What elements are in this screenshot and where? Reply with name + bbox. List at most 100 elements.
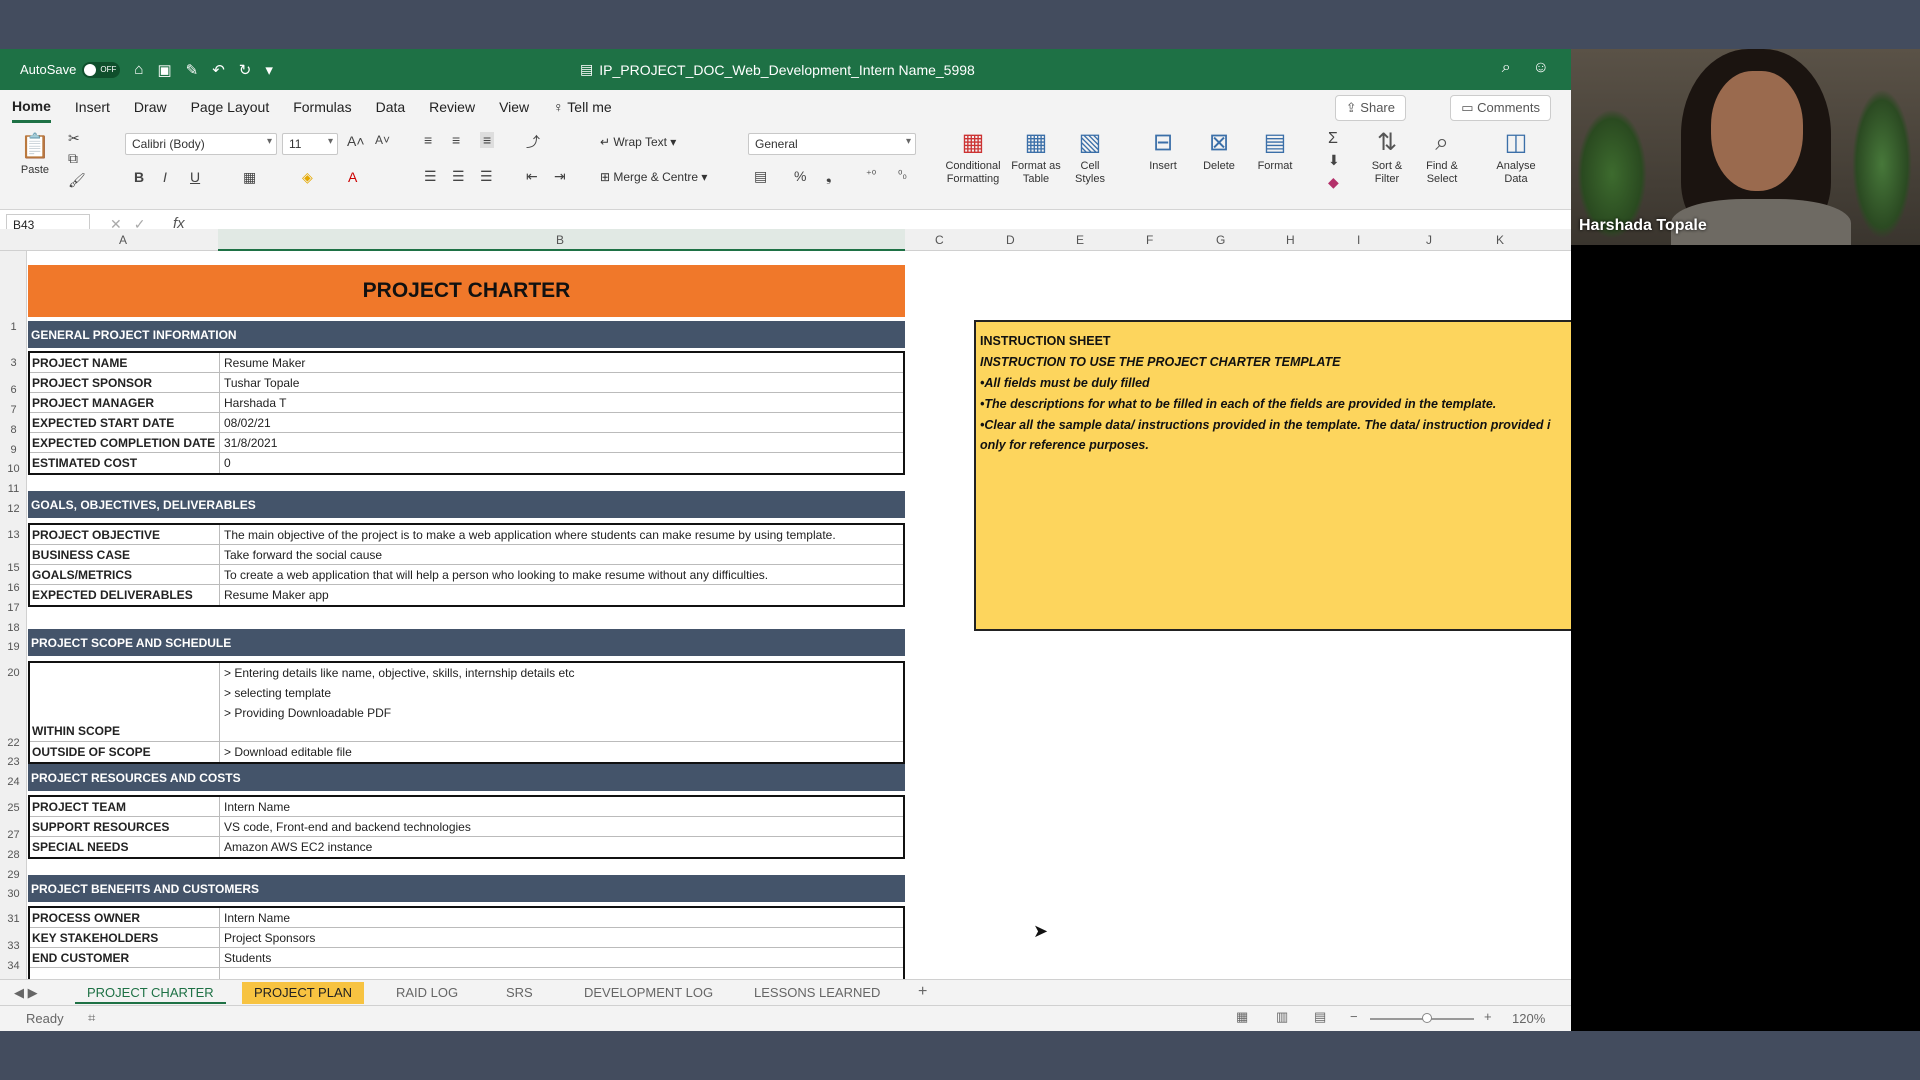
format-cells-button[interactable]: ▤ Format bbox=[1250, 126, 1300, 173]
field-value[interactable]: 08/02/21 bbox=[220, 413, 903, 432]
field-value[interactable] bbox=[220, 968, 903, 979]
table-row[interactable]: SPECIAL NEEDS Amazon AWS EC2 instance bbox=[30, 837, 903, 857]
align-center-icon[interactable]: ☰ bbox=[452, 168, 465, 185]
row-number[interactable]: 3 bbox=[0, 357, 27, 369]
copy-icon[interactable]: ⧉ bbox=[68, 150, 78, 167]
sheet-tab-development-log[interactable]: DEVELOPMENT LOG bbox=[572, 982, 725, 1004]
table-row[interactable]: PROJECT SPONSOR Tushar Topale bbox=[30, 373, 903, 393]
align-top-icon[interactable]: ≡ bbox=[424, 132, 432, 148]
wrap-text-button[interactable]: ↵ Wrap Text ▾ bbox=[600, 135, 676, 149]
field-value[interactable]: Intern Name bbox=[220, 797, 903, 816]
decrease-indent-icon[interactable]: ⇤ bbox=[526, 168, 538, 185]
table-row[interactable]: BUSINESS CASE Take forward the social cau… bbox=[30, 545, 903, 565]
row-number[interactable]: 22 bbox=[0, 737, 27, 749]
tab-draw[interactable]: Draw bbox=[134, 93, 167, 121]
row-number[interactable]: 9 bbox=[0, 444, 27, 456]
section-general[interactable]: GENERAL PROJECT INFORMATION bbox=[28, 321, 905, 348]
decrease-decimal-icon[interactable]: ⁰₀ bbox=[898, 168, 907, 181]
account-icon[interactable]: ☺ bbox=[1533, 59, 1549, 77]
col-f[interactable]: F bbox=[1146, 233, 1153, 247]
orientation-icon[interactable]: ⤴ bbox=[526, 132, 540, 152]
table-row[interactable]: ESTIMATED COST 0 bbox=[30, 453, 903, 473]
align-right-icon[interactable]: ☰ bbox=[480, 168, 493, 185]
table-row[interactable]: OUTSIDE OF SCOPE > Download editable file bbox=[30, 742, 903, 762]
analyse-data-button[interactable]: ◫ Analyse Data bbox=[1490, 126, 1542, 186]
align-bottom-icon[interactable]: ≡ bbox=[480, 132, 495, 148]
charter-title[interactable]: PROJECT CHARTER bbox=[28, 265, 905, 317]
zoom-slider-thumb[interactable] bbox=[1422, 1013, 1432, 1023]
row-number[interactable]: 8 bbox=[0, 424, 27, 436]
edit-icon[interactable]: ✎ bbox=[186, 61, 199, 79]
table-row[interactable]: END CUSTOMER Students bbox=[30, 948, 903, 968]
section-benefits[interactable]: PROJECT BENEFITS AND CUSTOMERS bbox=[28, 875, 905, 902]
row-number[interactable]: 13 bbox=[0, 529, 27, 541]
row-number[interactable]: 31 bbox=[0, 913, 27, 925]
row-number[interactable]: 34 bbox=[0, 960, 27, 972]
row-number[interactable]: 17 bbox=[0, 602, 27, 614]
row-number[interactable]: 7 bbox=[0, 404, 27, 416]
percent-icon[interactable]: % bbox=[794, 168, 806, 184]
customize-icon[interactable]: ▾ bbox=[265, 61, 273, 79]
bold-button[interactable]: B bbox=[134, 169, 144, 185]
col-a[interactable]: A bbox=[119, 233, 127, 247]
field-value[interactable]: 0 bbox=[220, 453, 903, 473]
row-number[interactable]: 11 bbox=[0, 483, 27, 495]
field-value[interactable]: Resume Maker app bbox=[220, 585, 903, 605]
tab-page-layout[interactable]: Page Layout bbox=[191, 93, 270, 121]
increase-decimal-icon[interactable]: ⁺⁰ bbox=[866, 168, 876, 181]
sheet-tab-lessons-learned[interactable]: LESSONS LEARNED bbox=[742, 982, 892, 1004]
add-sheet-icon[interactable]: + bbox=[906, 980, 939, 1002]
search-icon[interactable]: ⌕ bbox=[1502, 59, 1511, 77]
tab-review[interactable]: Review bbox=[429, 93, 475, 121]
undo-icon[interactable]: ↶ bbox=[212, 61, 225, 79]
section-scope[interactable]: PROJECT SCOPE AND SCHEDULE bbox=[28, 629, 905, 656]
page-break-view-icon[interactable]: ▤ bbox=[1314, 1009, 1326, 1025]
table-row[interactable] bbox=[30, 968, 903, 979]
sheet-nav-arrows-icon[interactable]: ◀ ▶ bbox=[14, 985, 38, 1001]
field-value[interactable]: Tushar Topale bbox=[220, 373, 903, 392]
instruction-sheet[interactable]: INSTRUCTION SHEET INSTRUCTION TO USE THE… bbox=[974, 320, 1571, 631]
section-resources[interactable]: PROJECT RESOURCES AND COSTS bbox=[28, 764, 905, 791]
sheet-tab-project-charter[interactable]: PROJECT CHARTER bbox=[75, 982, 226, 1004]
zoom-slider[interactable] bbox=[1370, 1013, 1474, 1023]
spreadsheet-grid[interactable]: A B C D E F G H I J K 1 3 6 7 8 9 10 11 … bbox=[0, 229, 1571, 979]
redo-icon[interactable]: ↻ bbox=[239, 61, 252, 79]
row-number[interactable]: 29 bbox=[0, 869, 27, 881]
col-g[interactable]: G bbox=[1216, 233, 1225, 247]
row-number[interactable]: 10 bbox=[0, 463, 27, 475]
row-number[interactable]: 6 bbox=[0, 384, 27, 396]
format-as-table-button[interactable]: ▦ Format as Table bbox=[1008, 126, 1064, 186]
field-value[interactable]: Intern Name bbox=[220, 908, 903, 927]
table-row[interactable]: EXPECTED COMPLETION DATE 31/8/2021 bbox=[30, 433, 903, 453]
field-value[interactable]: VS code, Front-end and backend technolog… bbox=[220, 817, 903, 836]
page-layout-view-icon[interactable]: ▥ bbox=[1276, 1009, 1288, 1025]
sheet-tab-project-plan[interactable]: PROJECT PLAN bbox=[242, 982, 365, 1004]
normal-view-icon[interactable]: ▦ bbox=[1236, 1009, 1248, 1025]
table-row[interactable]: EXPECTED START DATE 08/02/21 bbox=[30, 413, 903, 433]
autosave-toggle[interactable]: OFF bbox=[82, 61, 121, 78]
tell-me[interactable]: ♀ Tell me bbox=[553, 93, 612, 121]
number-format-select[interactable]: General bbox=[748, 133, 916, 155]
field-value[interactable]: 31/8/2021 bbox=[220, 433, 903, 452]
table-row[interactable]: PROJECT TEAM Intern Name bbox=[30, 797, 903, 817]
fill-icon[interactable]: ⬇ bbox=[1328, 152, 1340, 169]
align-left-icon[interactable]: ☰ bbox=[424, 168, 437, 185]
cut-icon[interactable]: ✂ bbox=[68, 130, 80, 147]
autosum-icon[interactable]: Σ bbox=[1328, 130, 1338, 148]
increase-font-icon[interactable]: A˄ bbox=[347, 133, 365, 149]
cell-styles-button[interactable]: ▧ Cell Styles bbox=[1066, 126, 1114, 186]
underline-button[interactable]: U bbox=[190, 169, 200, 185]
row-number[interactable]: 25 bbox=[0, 802, 27, 814]
fill-color-icon[interactable]: ◈ bbox=[302, 169, 313, 186]
col-b[interactable]: B bbox=[556, 233, 564, 247]
row-number[interactable]: 28 bbox=[0, 849, 27, 861]
clear-icon[interactable]: ◆ bbox=[1328, 174, 1339, 191]
field-value[interactable]: The main objective of the project is to … bbox=[220, 525, 903, 544]
share-button[interactable]: ⇪ Share bbox=[1334, 95, 1406, 121]
comments-button[interactable]: ▭ Comments bbox=[1450, 95, 1551, 121]
field-value[interactable]: To create a web application that will he… bbox=[220, 565, 903, 584]
find-select-button[interactable]: ⌕ Find & Select bbox=[1416, 126, 1468, 186]
row-number[interactable]: 12 bbox=[0, 503, 27, 515]
row-number[interactable]: 33 bbox=[0, 940, 27, 952]
col-h[interactable]: H bbox=[1286, 233, 1295, 247]
